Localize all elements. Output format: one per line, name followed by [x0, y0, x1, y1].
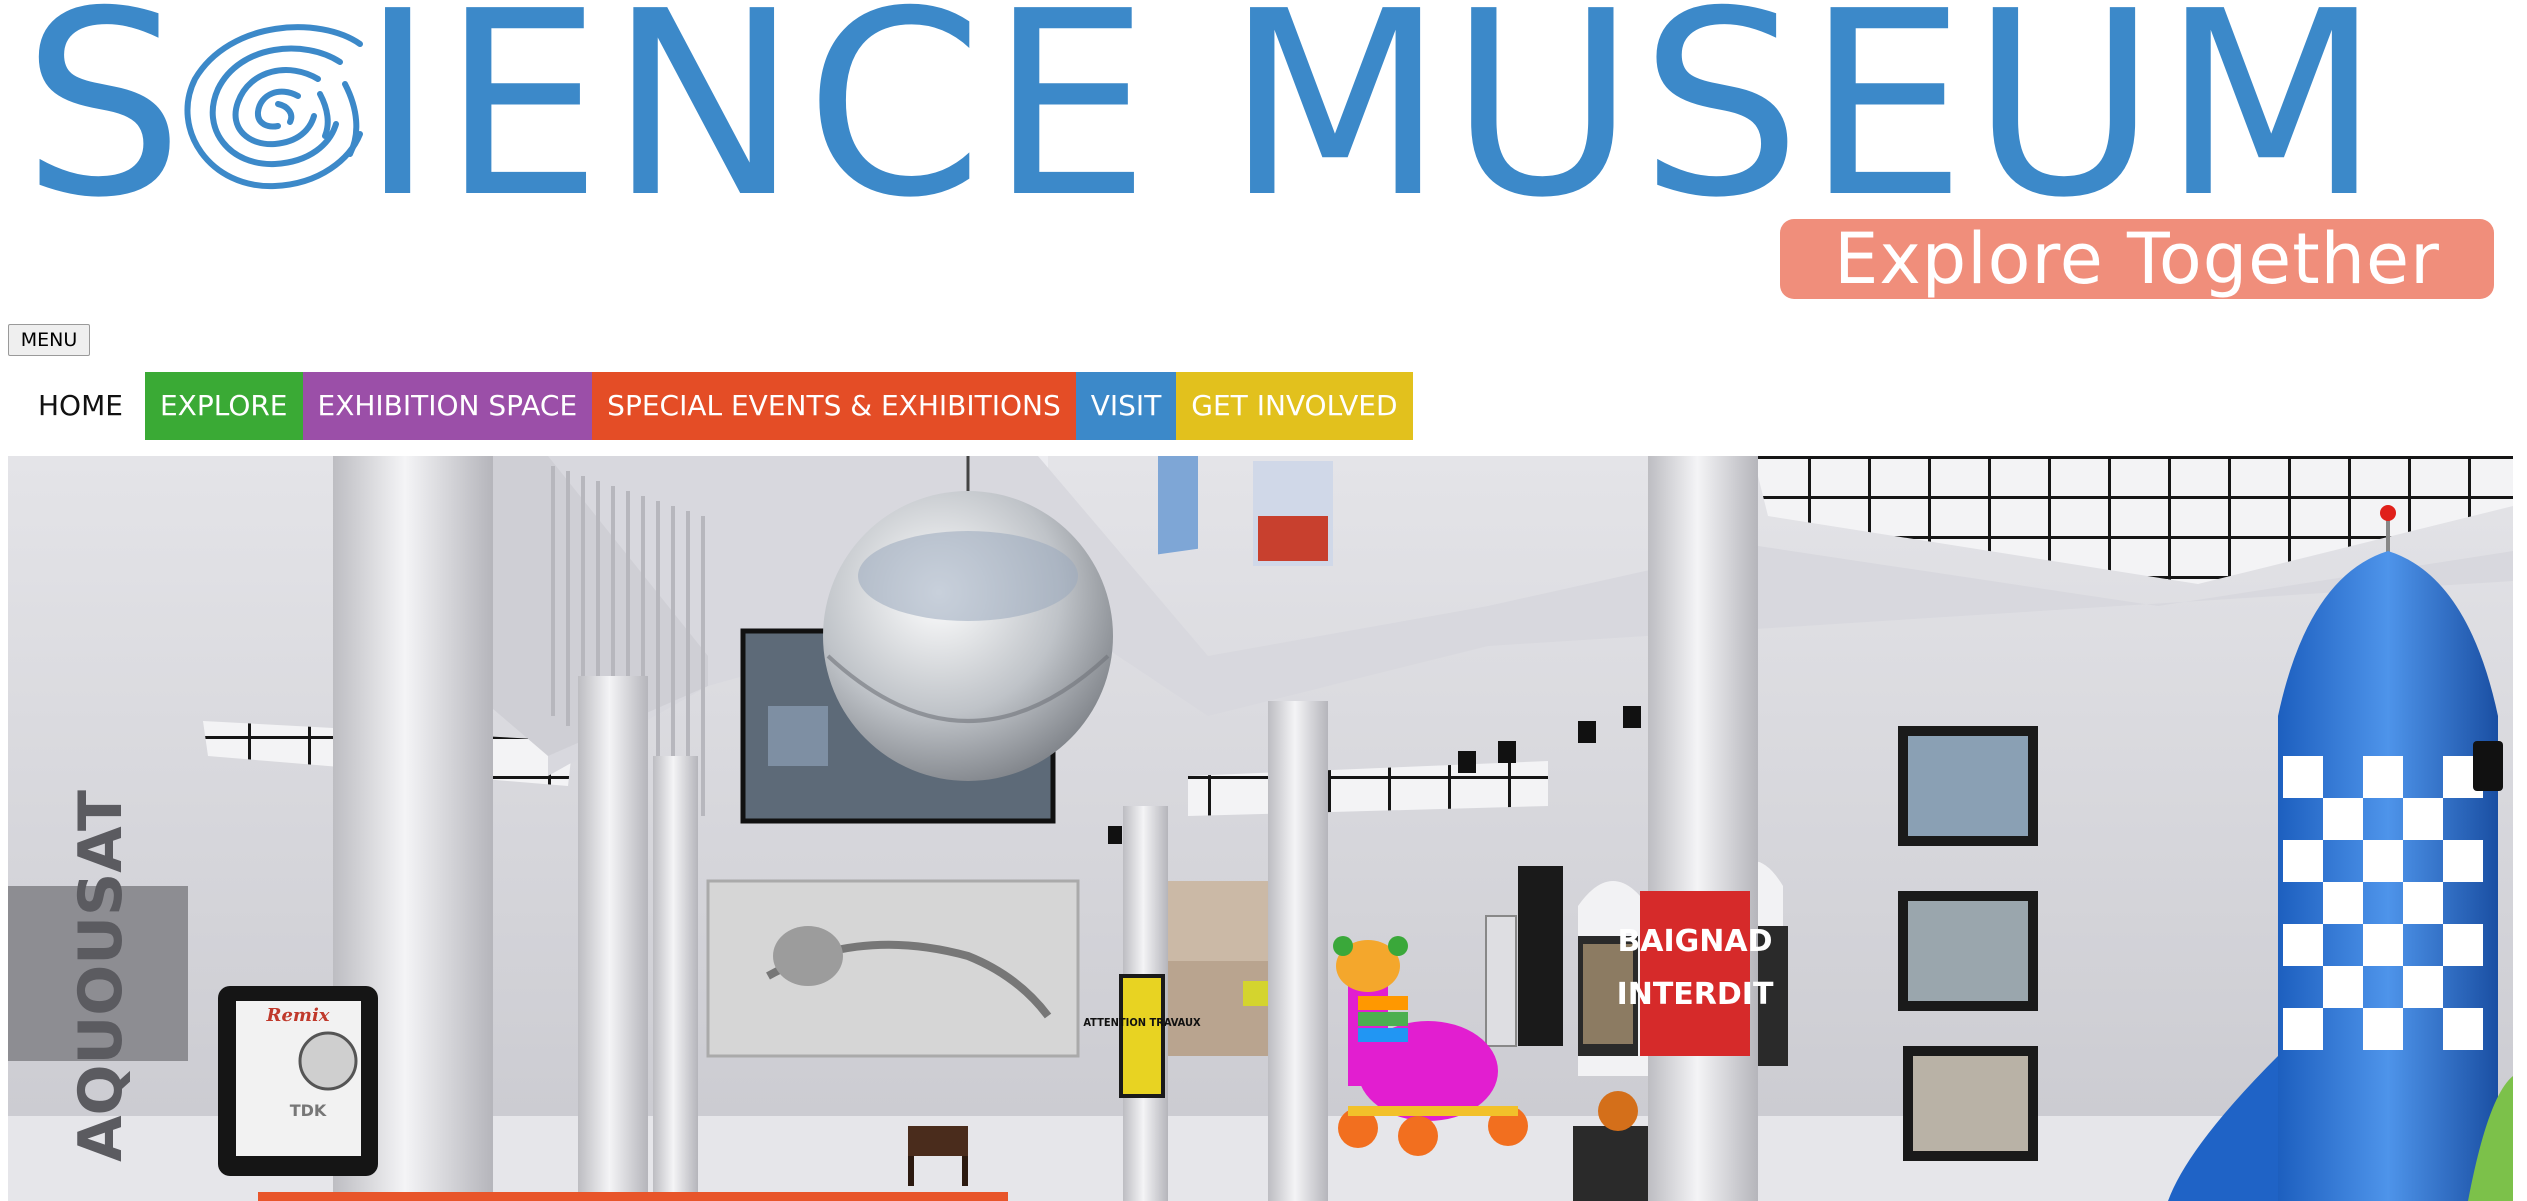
red-banner-line1: BAIGNAD	[1617, 924, 1772, 959]
fingerprint-c-icon	[184, 24, 363, 190]
red-banner-sign	[1640, 891, 1750, 1056]
attention-travaux-sign	[1119, 974, 1165, 1098]
cassette-maker: TDK	[290, 1101, 327, 1120]
nav-visit[interactable]: VISIT	[1075, 372, 1177, 440]
logo-text-museum: MUSEUM	[1225, 0, 2386, 254]
logo-letter-s: S	[22, 0, 186, 254]
nav-explore[interactable]: EXPLORE	[144, 372, 303, 440]
wall-letters: AQUOUSAT	[66, 790, 136, 1162]
nav-get-involved[interactable]: GET INVOLVED	[1176, 372, 1413, 440]
painting-astronaut	[706, 879, 1080, 1058]
site-logo[interactable]: S IENCE MUSEUM Explore Together	[0, 0, 2527, 320]
tagline-badge: Explore Together	[1780, 219, 2494, 299]
menu-button[interactable]: MENU	[8, 324, 90, 356]
nav-exhibition-space[interactable]: EXHIBITION SPACE	[302, 372, 593, 440]
nav-special-events[interactable]: SPECIAL EVENTS & EXHIBITIONS	[592, 372, 1076, 440]
main-nav: HOME EXPLORE EXHIBITION SPACE SPECIAL EV…	[16, 372, 1413, 440]
red-banner-line2: INTERDIT	[1617, 977, 1774, 1012]
content-card-top-edge	[258, 1192, 1008, 1201]
nav-home[interactable]: HOME	[16, 372, 145, 440]
museum-interior-illustration: ATTENTION TRAVAUX BAIGNAD INTERDIT AQUOU…	[8, 456, 2513, 1201]
logo-text-ience: IENCE	[360, 0, 1157, 254]
hero-image: ATTENTION TRAVAUX BAIGNAD INTERDIT AQUOU…	[8, 456, 2513, 1201]
attention-travaux-text: ATTENTION TRAVAUX	[1083, 1016, 1201, 1029]
cassette-label: Remix	[265, 1005, 329, 1026]
